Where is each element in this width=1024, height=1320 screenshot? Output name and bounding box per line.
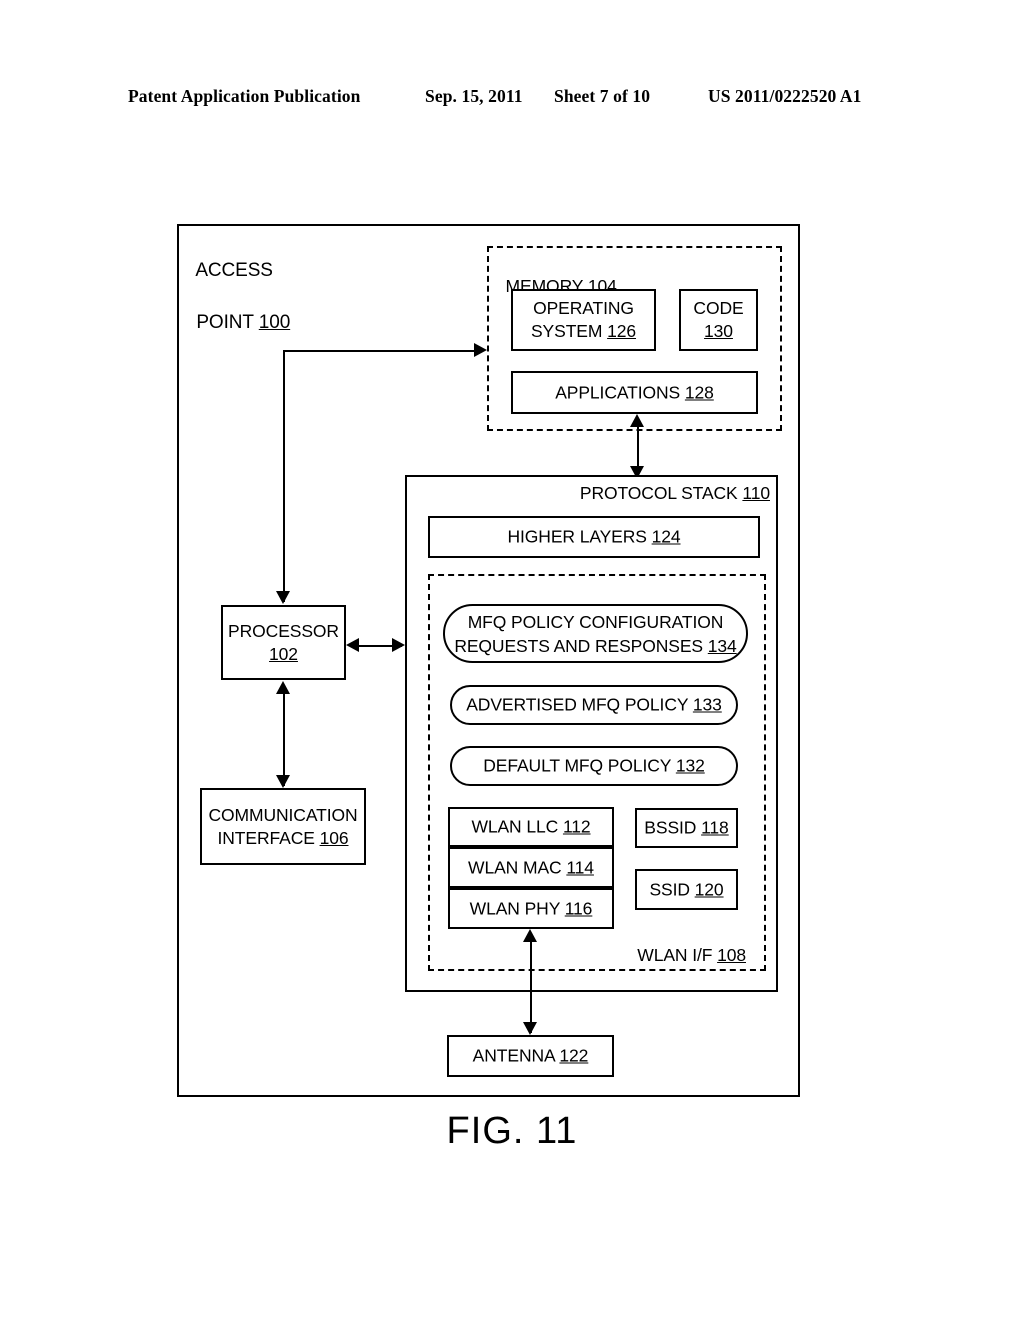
applications-label: APPLICATIONS 128 bbox=[555, 382, 714, 402]
applications-ref: 128 bbox=[684, 382, 714, 402]
memory-stack-arrowhead-up bbox=[630, 414, 644, 427]
wlan-llc-label: WLAN LLC 112 bbox=[471, 816, 591, 837]
processor-comm-arrowhead-down bbox=[276, 775, 290, 788]
phy-antenna-arrowhead-up bbox=[523, 929, 537, 942]
code-label: CODE 130 bbox=[693, 298, 744, 341]
wlan-mac-label: WLAN MAC 114 bbox=[468, 857, 594, 877]
mfq-policy-requests-box: MFQ POLICY CONFIGURATION REQUESTS AND RES… bbox=[443, 604, 748, 663]
wlan-phy-box: WLAN PHY 116 bbox=[448, 888, 614, 929]
advertised-mfq-policy-label: ADVERTISED MFQ POLICY 133 bbox=[466, 694, 722, 715]
ssid-box: SSID 120 bbox=[635, 869, 738, 910]
wlan-phy-label: WLAN PHY 116 bbox=[469, 898, 593, 918]
wlan-if-label: WLAN I/F 108 bbox=[428, 944, 746, 966]
processor-box: PROCESSOR 102 bbox=[221, 605, 346, 680]
ssid-label: SSID 120 bbox=[649, 879, 724, 899]
figure-caption: FIG. 11 bbox=[446, 1110, 578, 1152]
default-mfq-policy-ref: 132 bbox=[675, 755, 705, 776]
communication-interface-label: COMMUNICATION INTERFACE 106 bbox=[208, 804, 358, 848]
code-box: CODE 130 bbox=[679, 289, 758, 351]
code-ref: 130 bbox=[704, 321, 733, 341]
mfq-policy-requests-ref: 134 bbox=[707, 635, 737, 656]
processor-comm-line bbox=[283, 685, 285, 786]
header-sheet: Sheet 7 of 10 bbox=[554, 86, 651, 106]
antenna-label: ANTENNA 122 bbox=[472, 1045, 589, 1066]
protocol-stack-label: PROTOCOL STACK 110 bbox=[405, 482, 770, 504]
operating-system-label: OPERATING SYSTEM 126 bbox=[530, 298, 637, 341]
bssid-box: BSSID 118 bbox=[635, 808, 738, 848]
processor-stack-arrowhead-right bbox=[392, 638, 405, 652]
antenna-ref: 122 bbox=[559, 1045, 589, 1066]
higher-layers-label: HIGHER LAYERS 124 bbox=[507, 526, 681, 547]
header-publication: Patent Application Publication bbox=[128, 86, 361, 106]
mfq-policy-requests-label: MFQ POLICY CONFIGURATION REQUESTS AND RES… bbox=[454, 611, 737, 656]
wlan-llc-ref: 112 bbox=[562, 816, 591, 837]
access-point-label-line1: ACCESS bbox=[195, 260, 273, 281]
phy-antenna-line bbox=[530, 933, 532, 1033]
wlan-phy-ref: 116 bbox=[564, 898, 593, 918]
page-header: Patent Application Publication Sep. 15, … bbox=[0, 86, 1024, 112]
higher-layers-ref: 124 bbox=[651, 526, 681, 547]
protocol-stack-ref: 110 bbox=[742, 483, 770, 503]
default-mfq-policy-box: DEFAULT MFQ POLICY 132 bbox=[450, 746, 738, 786]
wlan-mac-ref: 114 bbox=[566, 857, 594, 877]
ssid-ref: 120 bbox=[694, 879, 724, 899]
advertised-mfq-policy-box: ADVERTISED MFQ POLICY 133 bbox=[450, 685, 738, 725]
processor-ref: 102 bbox=[269, 643, 298, 664]
bssid-ref: 118 bbox=[701, 817, 729, 838]
higher-layers-box: HIGHER LAYERS 124 bbox=[428, 516, 760, 558]
processor-memory-arrowhead-down bbox=[276, 591, 290, 604]
processor-stack-arrowhead-left bbox=[346, 638, 359, 652]
access-point-label-line2: POINT bbox=[196, 312, 254, 333]
wlan-mac-box: WLAN MAC 114 bbox=[448, 847, 614, 888]
bssid-label: BSSID 118 bbox=[644, 817, 729, 838]
wlan-llc-box: WLAN LLC 112 bbox=[448, 807, 614, 847]
phy-antenna-arrowhead-down bbox=[523, 1022, 537, 1035]
wlan-if-label-text: WLAN I/F bbox=[637, 945, 713, 965]
header-date: Sep. 15, 2011 bbox=[425, 86, 523, 106]
default-mfq-policy-label: DEFAULT MFQ POLICY 132 bbox=[483, 755, 705, 776]
advertised-mfq-policy-ref: 133 bbox=[692, 694, 722, 715]
access-point-label: ACCESS POINT 100 bbox=[186, 232, 290, 336]
operating-system-ref: 126 bbox=[607, 321, 637, 341]
protocol-stack-label-text: PROTOCOL STACK bbox=[579, 483, 738, 503]
communication-interface-box: COMMUNICATION INTERFACE 106 bbox=[200, 788, 366, 865]
applications-box: APPLICATIONS 128 bbox=[511, 371, 758, 414]
access-point-ref: 100 bbox=[258, 312, 291, 333]
processor-memory-horizontal-line bbox=[283, 350, 474, 352]
antenna-box: ANTENNA 122 bbox=[447, 1035, 614, 1077]
communication-interface-ref: 106 bbox=[319, 827, 349, 848]
wlan-if-ref: 108 bbox=[717, 945, 746, 965]
processor-label: PROCESSOR 102 bbox=[228, 620, 339, 664]
processor-memory-arrowhead-right bbox=[474, 343, 487, 357]
processor-memory-vertical-line bbox=[283, 350, 285, 602]
operating-system-box: OPERATING SYSTEM 126 bbox=[511, 289, 656, 351]
header-patent-number: US 2011/0222520 A1 bbox=[708, 86, 862, 106]
processor-comm-arrowhead-up bbox=[276, 681, 290, 694]
